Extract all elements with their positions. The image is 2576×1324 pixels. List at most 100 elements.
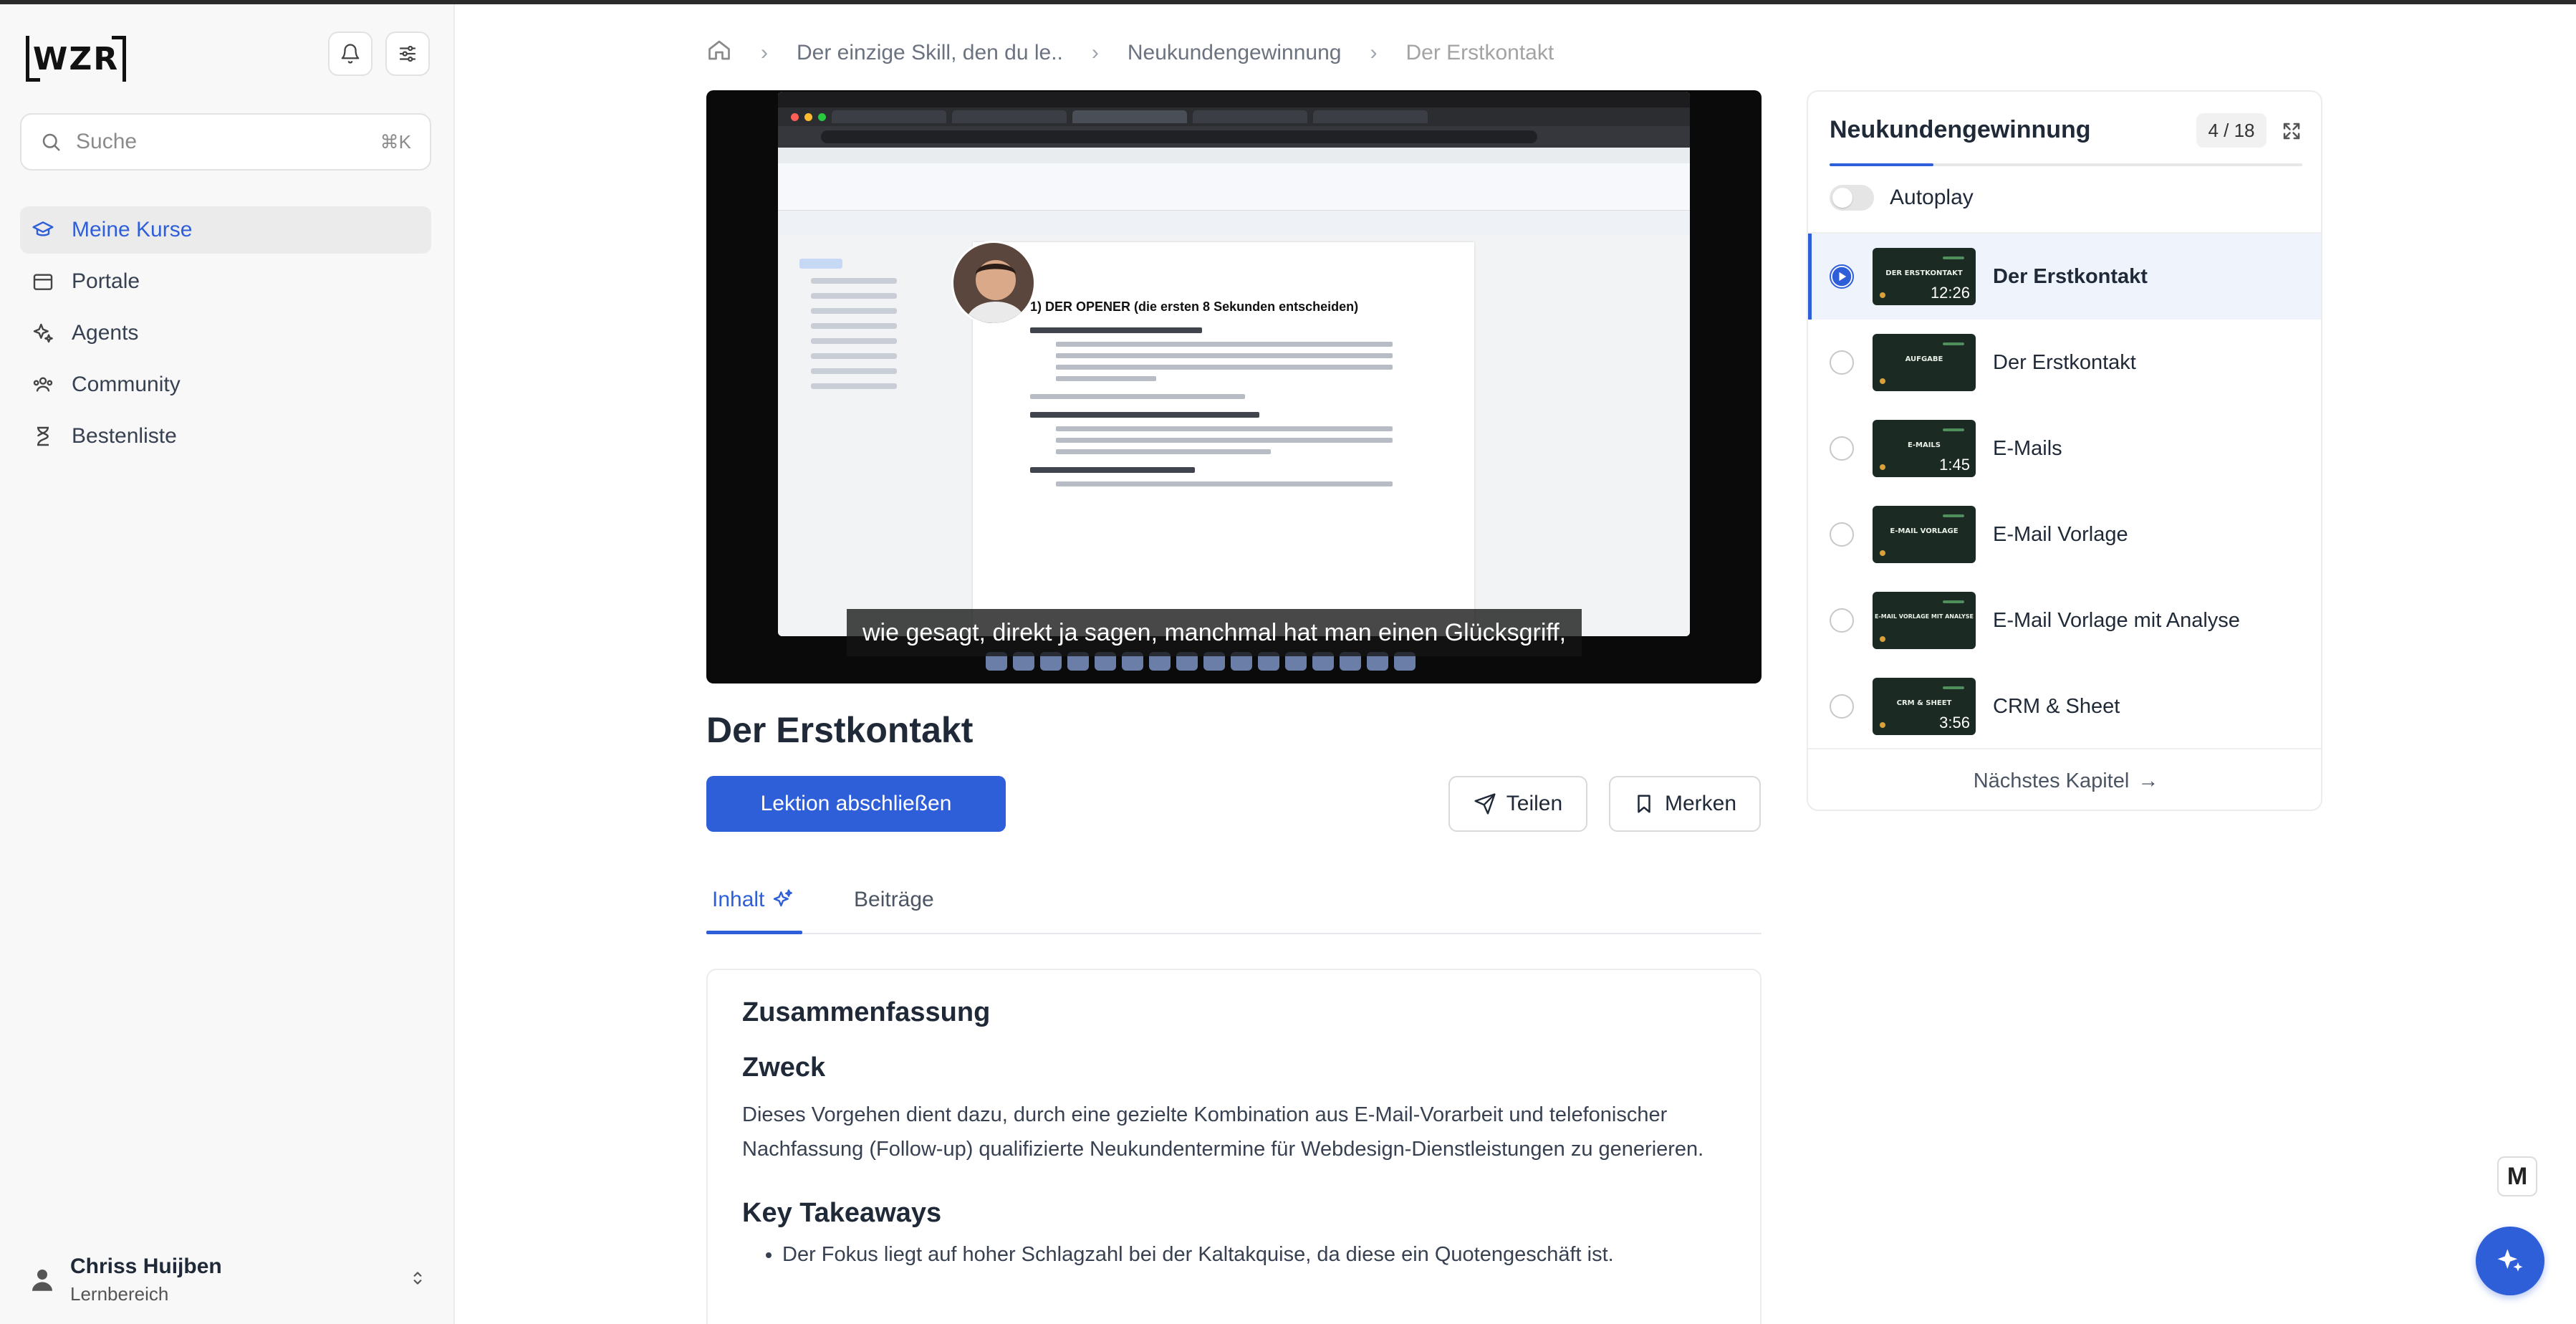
chapter-progress xyxy=(1830,163,2302,166)
sidebar-item-bestenliste[interactable]: Bestenliste xyxy=(20,413,431,460)
share-button[interactable]: Teilen xyxy=(1448,776,1587,832)
radio-circle-icon xyxy=(1830,350,1854,375)
autoplay-row: Autoplay xyxy=(1830,185,1974,211)
sidebar-item-agents[interactable]: Agents xyxy=(20,310,431,357)
home-icon[interactable] xyxy=(706,37,732,69)
tab-beitraege[interactable]: Beiträge xyxy=(854,878,934,921)
radio-circle-icon xyxy=(1830,608,1854,633)
sidebar-item-label: Bestenliste xyxy=(72,424,177,448)
sparkles-icon xyxy=(2497,1249,2523,1272)
chapter-item[interactable]: DER ERSTKONTAKT 12:26 Der Erstkontakt xyxy=(1808,234,2321,320)
webcam-avatar xyxy=(951,241,1036,325)
browser-tabs xyxy=(778,107,1690,126)
sparkles-icon xyxy=(30,320,56,346)
sparkles-icon xyxy=(774,889,793,907)
thumbnail-title: CRM & SHEET xyxy=(1896,699,1952,707)
summary-heading: Zusammenfassung xyxy=(742,997,991,1027)
chapter-thumbnail: E-MAIL VORLAGE MIT ANALYSE xyxy=(1873,592,1976,649)
ai-assistant-button[interactable] xyxy=(2476,1227,2544,1295)
video-frame-screen: 1) DER OPENER (die ersten 8 Sekunden ent… xyxy=(778,92,1690,636)
breadcrumb: › Der einzige Skill, den du le.. › Neuku… xyxy=(706,36,1554,70)
thumbnail-title: DER ERSTKONTAKT xyxy=(1885,269,1963,277)
send-icon xyxy=(1474,793,1496,815)
sidebar-nav: Meine Kurse Portale Agents Community Bes… xyxy=(20,206,431,464)
logo[interactable]: WZR xyxy=(26,36,126,82)
summary-card: Zusammenfassung Zweck Dieses Vorgehen di… xyxy=(706,969,1762,1324)
thumbnail-title: E-MAILS xyxy=(1908,441,1941,449)
sidebar: WZR Suche ⌘K Meine Kurse Portale Agents xyxy=(0,4,455,1324)
settings-sliders-button[interactable] xyxy=(385,32,430,76)
chapter-item[interactable]: AUFGABE Der Erstkontakt xyxy=(1808,320,2321,406)
chapter-item[interactable]: E-MAIL VORLAGE MIT ANALYSE E-Mail Vorlag… xyxy=(1808,577,2321,663)
chapter-counter: 4 / 18 xyxy=(2196,113,2267,148)
notifications-button[interactable] xyxy=(328,32,373,76)
breadcrumb-item[interactable]: Der einzige Skill, den du le.. xyxy=(797,41,1063,65)
sidebar-item-label: Portale xyxy=(72,269,140,293)
chevron-right-icon: › xyxy=(1370,41,1378,64)
next-chapter-button[interactable]: Nächstes Kapitel → xyxy=(1808,748,2321,810)
sidebar-item-label: Agents xyxy=(72,321,139,345)
hourglass-icon xyxy=(30,423,56,449)
expand-icon[interactable] xyxy=(2281,120,2302,142)
chapter-label: Der Erstkontakt xyxy=(1993,264,2148,288)
chevron-right-icon: › xyxy=(1091,41,1099,64)
breadcrumb-item[interactable]: Neukundengewinnung xyxy=(1128,41,1342,65)
video-player[interactable]: 1) DER OPENER (die ersten 8 Sekunden ent… xyxy=(706,90,1762,683)
sidebar-item-label: Community xyxy=(72,373,181,396)
doc-heading: 1) DER OPENER (die ersten 8 Sekunden ent… xyxy=(1030,299,1359,314)
autoplay-label: Autoplay xyxy=(1890,186,1974,209)
arrow-right-icon: → xyxy=(2138,769,2159,792)
docs-body: 1) DER OPENER (die ersten 8 Sekunden ent… xyxy=(778,235,1690,636)
chapter-thumbnail: E-MAIL VORLAGE xyxy=(1873,506,1976,563)
search-icon xyxy=(42,133,60,151)
chapter-thumbnail: DER ERSTKONTAKT 12:26 xyxy=(1873,248,1976,305)
lesson-title: Der Erstkontakt xyxy=(706,710,974,750)
chapter-label: E-Mail Vorlage mit Analyse xyxy=(1993,608,2240,632)
chapter-panel: Neukundengewinnung 4 / 18 Autoplay DER E… xyxy=(1807,90,2322,811)
chapter-thumbnail: CRM & SHEET 3:56 xyxy=(1873,678,1976,735)
doc-outline xyxy=(785,249,957,389)
m-badge[interactable]: M xyxy=(2497,1156,2537,1196)
chapter-item[interactable]: E-MAIL VORLAGE E-Mail Vorlage xyxy=(1808,491,2321,577)
bookmark-label: Merken xyxy=(1664,792,1737,815)
chapter-label: E-Mail Vorlage xyxy=(1993,522,2128,546)
thumbnail-title: E-MAIL VORLAGE MIT ANALYSE xyxy=(1874,613,1974,620)
chapter-item[interactable]: E-MAILS 1:45 E-Mails xyxy=(1808,406,2321,491)
radio-circle-icon xyxy=(1830,522,1854,547)
breadcrumb-current: Der Erstkontakt xyxy=(1405,41,1554,64)
chapter-duration: 12:26 xyxy=(1930,284,1970,302)
sidebar-item-portale[interactable]: Portale xyxy=(20,258,431,305)
chapter-item[interactable]: CRM & SHEET 3:56 CRM & Sheet xyxy=(1808,663,2321,749)
content-tabs: Inhalt Beiträge xyxy=(706,867,1762,934)
panel-title: Neukundengewinnung xyxy=(1830,116,2091,143)
users-icon xyxy=(30,372,56,398)
user-menu[interactable]: Chriss Huijben Lernbereich xyxy=(26,1251,427,1308)
tab-label: Inhalt xyxy=(712,888,765,911)
user-name: Chriss Huijben xyxy=(70,1254,222,1278)
tab-label: Beiträge xyxy=(854,888,934,911)
chapter-thumbnail: AUFGABE xyxy=(1873,334,1976,391)
bell-icon xyxy=(341,44,360,64)
chevron-up-down-icon xyxy=(408,1269,427,1291)
autoplay-toggle[interactable] xyxy=(1830,185,1874,211)
chapter-progress-fill xyxy=(1830,163,1934,166)
play-icon xyxy=(1830,264,1854,289)
radio-circle-icon xyxy=(1830,436,1854,461)
bookmark-button[interactable]: Merken xyxy=(1609,776,1761,832)
thumbnail-title: E-MAIL VORLAGE xyxy=(1890,527,1959,535)
chapter-list: DER ERSTKONTAKT 12:26 Der Erstkontakt AU… xyxy=(1808,232,2321,749)
complete-lesson-button[interactable]: Lektion abschließen xyxy=(706,776,1006,832)
sliders-icon xyxy=(399,45,416,62)
tab-inhalt[interactable]: Inhalt xyxy=(712,878,794,921)
chapter-label: E-Mails xyxy=(1993,436,2062,460)
sidebar-item-community[interactable]: Community xyxy=(20,361,431,408)
active-tab-indicator xyxy=(706,931,802,934)
chapter-duration: 1:45 xyxy=(1939,456,1970,474)
sidebar-item-meine-kurse[interactable]: Meine Kurse xyxy=(20,206,431,254)
next-chapter-label: Nächstes Kapitel xyxy=(1973,769,2130,792)
search-input[interactable]: Suche ⌘K xyxy=(20,113,431,171)
purpose-heading: Zweck xyxy=(742,1052,826,1083)
chapter-thumbnail: E-MAILS 1:45 xyxy=(1873,420,1976,477)
doc-page: 1) DER OPENER (die ersten 8 Sekunden ent… xyxy=(973,242,1474,636)
search-shortcut: ⌘K xyxy=(380,130,411,153)
